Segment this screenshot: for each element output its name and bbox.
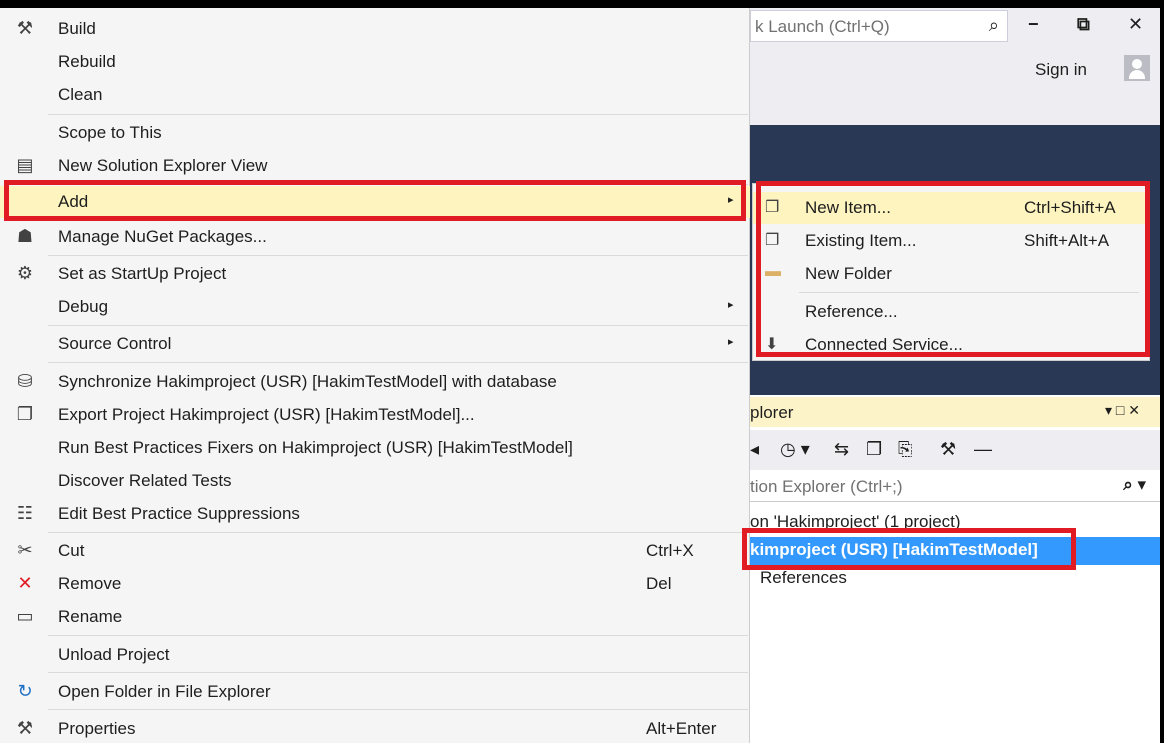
search-placeholder: tion Explorer (Ctrl+;) <box>750 477 903 496</box>
properties-icon[interactable]: ⚒ <box>940 439 956 460</box>
search-icon[interactable]: ⌕ ▾ <box>1123 475 1146 495</box>
menu-item-shortcut: Alt+Enter <box>646 719 717 738</box>
menu-item-rebuild[interactable]: Rebuild <box>0 46 750 78</box>
search-icon[interactable]: ⌕ <box>989 15 999 36</box>
quick-launch-placeholder: k Launch (Ctrl+Q) <box>755 17 890 36</box>
minimize-button[interactable]: − <box>1028 14 1039 35</box>
context-menu: ⚒ Build Rebuild Clean Scope to This ▤ Ne… <box>0 8 750 743</box>
menu-item-label: Source Control <box>58 334 172 353</box>
menu-item-cut[interactable]: ✂ Cut Ctrl+X <box>0 535 750 567</box>
menu-item-label: Run Best Practices Fixers on Hakimprojec… <box>58 438 573 457</box>
menu-separator <box>48 255 748 256</box>
export-icon: ❐ <box>16 404 34 424</box>
build-icon: ⚒ <box>16 18 34 38</box>
top-frame <box>0 0 1164 8</box>
solution-explorer-header: plorer ▾ □ ✕ <box>750 397 1160 427</box>
menu-item-shortcut: Ctrl+X <box>646 541 694 560</box>
quick-launch-input[interactable]: k Launch (Ctrl+Q) ⌕ <box>750 10 1008 42</box>
menu-item-new-solution-explorer-view[interactable]: ▤ New Solution Explorer View <box>0 150 750 182</box>
menu-item-label: Export Project Hakimproject (USR) [Hakim… <box>58 405 475 424</box>
menu-item-label: Edit Best Practice Suppressions <box>58 504 300 523</box>
menu-item-label: Clean <box>58 85 103 104</box>
cut-icon: ✂ <box>17 540 33 560</box>
gear-icon: ⚙ <box>16 263 34 283</box>
menu-item-label: New Solution Explorer View <box>58 156 268 175</box>
menu-item-rename[interactable]: ▭ Rename <box>0 601 750 633</box>
solution-view-icon: ▤ <box>16 155 34 175</box>
menu-item-label: Unload Project <box>58 645 170 664</box>
suppressions-icon: ☷ <box>16 503 34 523</box>
menu-item-set-startup[interactable]: ⚙ Set as StartUp Project <box>0 258 750 290</box>
wrench-icon: ⚒ <box>16 718 34 738</box>
menu-item-label: Manage NuGet Packages... <box>58 227 267 246</box>
menu-item-label: Debug <box>58 297 109 316</box>
menu-item-synchronize[interactable]: ⛁ Synchronize Hakimproject (USR) [HakimT… <box>0 366 750 398</box>
highlight-box-submenu <box>756 181 1150 357</box>
collapse-all-icon[interactable]: ❐ <box>866 439 882 460</box>
rename-icon: ▭ <box>16 606 34 626</box>
menu-item-label: Rebuild <box>58 52 116 71</box>
sync-database-icon: ⛁ <box>17 371 33 391</box>
references-node[interactable]: References <box>760 568 847 588</box>
menu-item-clean[interactable]: Clean <box>0 79 750 111</box>
solution-explorer-search-input[interactable]: tion Explorer (Ctrl+;) ⌕ ▾ <box>750 472 1160 502</box>
menu-item-shortcut: Del <box>646 574 672 593</box>
menu-item-unload-project[interactable]: Unload Project <box>0 639 750 671</box>
preview-icon[interactable]: — <box>974 439 992 460</box>
menu-item-open-folder[interactable]: ↻ Open Folder in File Explorer <box>0 676 750 708</box>
menu-item-label: Rename <box>58 607 123 626</box>
menu-item-label: Scope to This <box>58 123 162 142</box>
menu-item-label: Discover Related Tests <box>58 471 232 490</box>
menu-separator <box>48 709 748 710</box>
menu-item-label: Build <box>58 19 96 38</box>
menu-item-discover-tests[interactable]: Discover Related Tests <box>0 465 750 497</box>
toolbar-back-icon[interactable]: ◂ <box>750 439 759 460</box>
menu-separator <box>48 672 748 673</box>
menu-item-label: Open Folder in File Explorer <box>58 682 271 701</box>
pending-changes-icon[interactable]: ◷ ▾ <box>780 439 810 460</box>
submenu-arrow-icon: ▸ <box>728 299 734 311</box>
menu-separator <box>48 532 748 533</box>
open-folder-icon: ↻ <box>17 681 33 701</box>
close-button[interactable]: ✕ <box>1128 14 1143 35</box>
menu-item-label: Remove <box>58 574 122 593</box>
menu-item-run-best-practices[interactable]: Run Best Practices Fixers on Hakimprojec… <box>0 432 750 464</box>
menu-item-properties[interactable]: ⚒ Properties Alt+Enter <box>0 713 750 745</box>
menu-item-label: Synchronize Hakimproject (USR) [HakimTes… <box>58 372 557 391</box>
panel-controls[interactable]: ▾ □ ✕ <box>1105 402 1140 419</box>
menu-separator <box>48 635 748 636</box>
restore-button[interactable]: ⧉ <box>1077 14 1090 35</box>
menu-separator <box>48 114 748 115</box>
menu-separator <box>48 325 748 326</box>
nuget-icon: ☗ <box>16 226 34 246</box>
menu-item-label: Set as StartUp Project <box>58 264 227 283</box>
menu-item-export-project[interactable]: ❐ Export Project Hakimproject (USR) [Hak… <box>0 399 750 431</box>
submenu-arrow-icon: ▸ <box>728 336 734 348</box>
menu-item-edit-suppressions[interactable]: ☷ Edit Best Practice Suppressions <box>0 498 750 530</box>
highlight-box-project <box>742 528 1076 570</box>
menu-item-debug[interactable]: Debug ▸ <box>0 291 750 323</box>
sign-in-link[interactable]: Sign in <box>1035 60 1087 80</box>
show-all-files-icon[interactable]: ⎘ <box>898 439 912 460</box>
highlight-box-add <box>4 180 746 221</box>
menu-item-label: Cut <box>58 541 85 560</box>
menu-item-manage-nuget[interactable]: ☗ Manage NuGet Packages... <box>0 221 750 253</box>
solution-explorer-title: plorer <box>750 403 794 422</box>
menu-item-scope-to-this[interactable]: Scope to This <box>0 117 750 149</box>
menu-item-source-control[interactable]: Source Control ▸ <box>0 328 750 360</box>
remove-icon: ✕ <box>17 573 33 593</box>
menu-separator <box>48 362 748 363</box>
menu-item-remove[interactable]: ✕ Remove Del <box>0 568 750 600</box>
menu-item-build[interactable]: ⚒ Build <box>0 13 750 45</box>
right-frame <box>1160 0 1164 743</box>
menu-item-label: Properties <box>58 719 136 738</box>
solution-explorer-toolbar: ◂ ◷ ▾ ⇆ ❐ ⎘ ⚒ — <box>750 430 1160 470</box>
avatar-icon[interactable] <box>1124 55 1150 81</box>
sync-icon[interactable]: ⇆ <box>834 439 849 460</box>
